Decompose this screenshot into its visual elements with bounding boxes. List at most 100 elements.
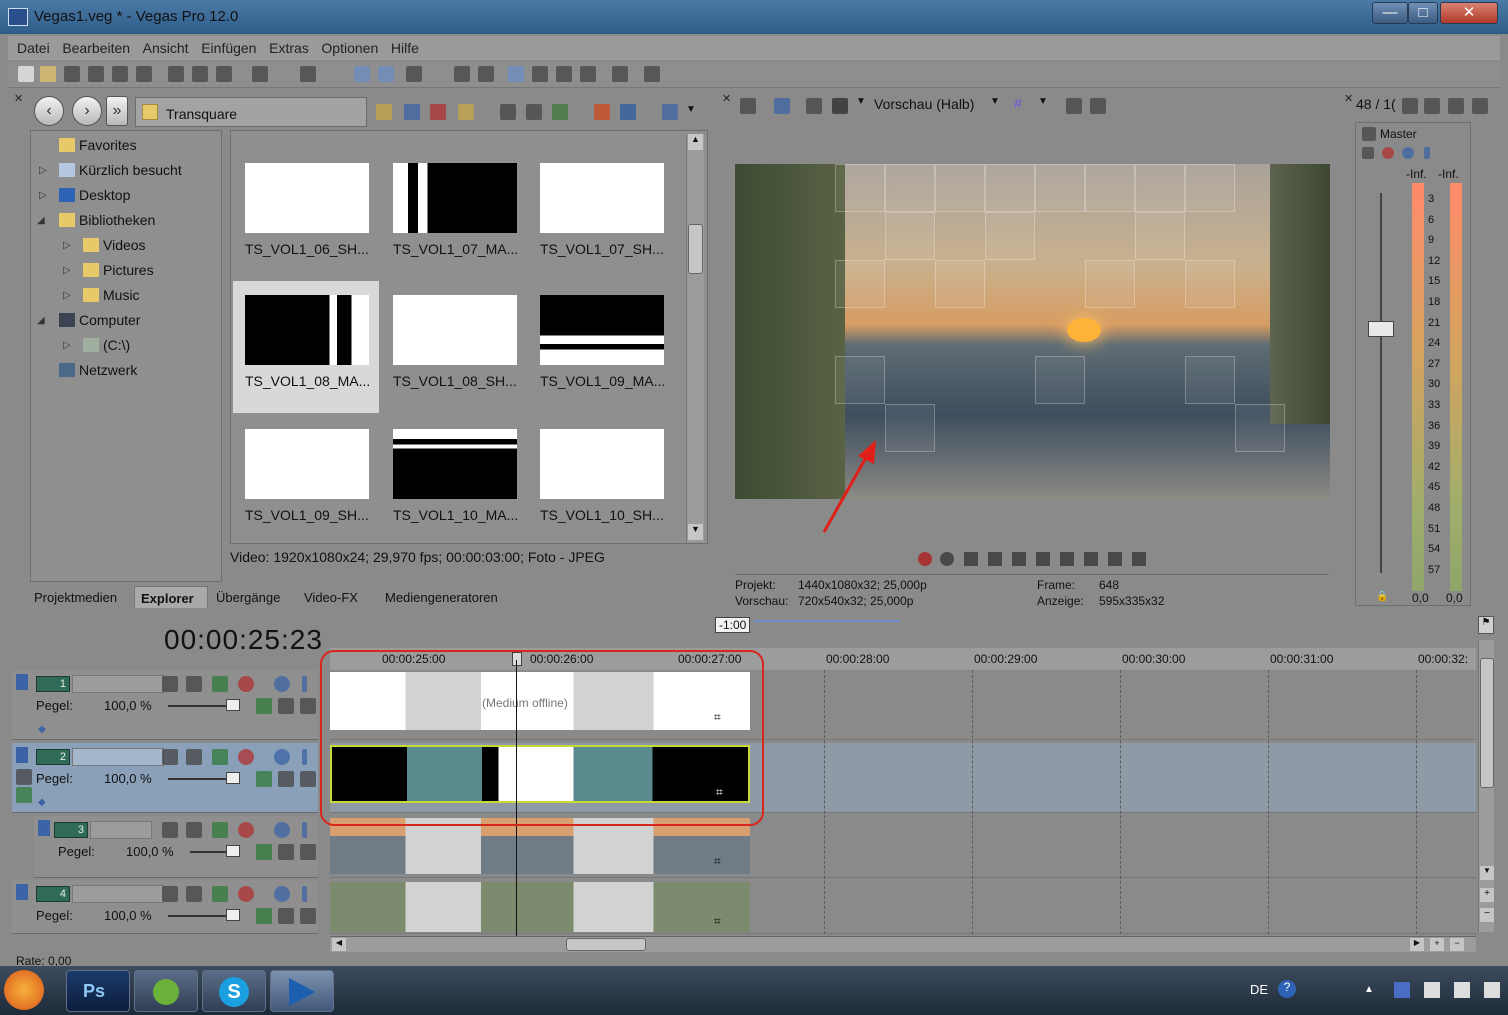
maximize-button[interactable]: □	[1408, 2, 1438, 24]
stop-icon[interactable]	[1036, 552, 1050, 566]
track-minimize-icon[interactable]	[16, 674, 28, 690]
menu-bearbeiten[interactable]: Bearbeiten	[62, 40, 130, 56]
timeline-horizontal-scrollbar[interactable]: ◀ ▶ + −	[330, 936, 1476, 952]
compositing-mode-icon[interactable]	[162, 886, 178, 902]
master-fx-gear-icon[interactable]	[1382, 147, 1394, 159]
thumbnail-scrollbar[interactable]: ▲ ▼	[686, 134, 704, 542]
mute-icon[interactable]	[274, 886, 290, 902]
solo-icon[interactable]	[302, 886, 307, 902]
undo-icon[interactable]	[252, 66, 268, 82]
track-fx-icon[interactable]	[238, 749, 254, 765]
quality-dropdown-icon[interactable]: ▼	[990, 96, 1000, 107]
thumbnail-item[interactable]: TS_VOL1_10_SH...	[528, 415, 668, 535]
compositing-mode-icon[interactable]	[162, 749, 178, 765]
make-compositing-child-icon[interactable]	[186, 749, 202, 765]
tray-volume-icon[interactable]	[1484, 982, 1500, 998]
save-snapshot-icon[interactable]	[1090, 98, 1106, 114]
track-name-field[interactable]	[72, 675, 164, 693]
tab-explorer[interactable]: Explorer	[134, 586, 208, 608]
thumbnail-item[interactable]: TS_VOL1_06_SH...	[233, 149, 373, 269]
event-pan-crop-icon[interactable]: ⌗	[714, 914, 721, 929]
composite-parent-up-icon[interactable]	[278, 771, 294, 787]
thumbnail-item[interactable]: TS_VOL1_08_SH...	[381, 281, 521, 401]
solo-icon[interactable]	[1424, 147, 1430, 159]
tab-video-fx[interactable]: Video-FX	[304, 586, 376, 608]
composite-mask-icon[interactable]	[256, 698, 272, 714]
play-from-start-icon[interactable]	[964, 552, 978, 566]
thumbnail-item[interactable]: TS_VOL1_10_MA...	[381, 415, 521, 535]
composite-child-down-icon[interactable]	[300, 908, 316, 924]
composite-parent-up-icon[interactable]	[278, 844, 294, 860]
properties-icon[interactable]	[136, 66, 152, 82]
marker-flag-icon[interactable]: ⚑	[1478, 616, 1494, 634]
menu-einfuegen[interactable]: Einfügen	[201, 40, 256, 56]
vegas-taskbar-icon[interactable]	[270, 970, 334, 1012]
refresh-icon[interactable]	[404, 104, 420, 120]
cut-icon[interactable]	[168, 66, 184, 82]
tree-item-recent[interactable]: Kürzlich besucht	[59, 162, 182, 178]
save-icon[interactable]	[64, 66, 80, 82]
menu-extras[interactable]: Extras	[269, 40, 309, 56]
mixer-properties-icon[interactable]	[1402, 98, 1418, 114]
scroll-thumb[interactable]	[1480, 658, 1494, 788]
properties-icon[interactable]	[740, 98, 756, 114]
composite-mask-icon[interactable]	[256, 771, 272, 787]
messenger-taskbar-icon[interactable]	[134, 970, 198, 1012]
zoom-out-icon[interactable]: −	[1480, 908, 1494, 922]
menu-hilfe[interactable]: Hilfe	[391, 40, 419, 56]
overlay-dropdown-icon[interactable]: ▼	[1038, 96, 1048, 107]
open-folder-icon[interactable]	[40, 66, 56, 82]
track-minimize-icon[interactable]	[38, 820, 50, 836]
external-monitor-icon[interactable]	[774, 98, 790, 114]
track-header-3[interactable]: 3 Pegel: 100,0 %	[34, 816, 318, 878]
composite-mask-icon[interactable]	[256, 844, 272, 860]
mixer-menu-icon[interactable]	[1472, 98, 1488, 114]
make-compositing-child-icon[interactable]	[186, 822, 202, 838]
expand-arrow-icon[interactable]: ▷	[63, 240, 71, 251]
loop-region-bar[interactable]	[754, 620, 900, 622]
track-fx-icon[interactable]	[238, 676, 254, 692]
minimize-button[interactable]: —	[1372, 2, 1408, 24]
menu-ansicht[interactable]: Ansicht	[143, 40, 189, 56]
tab-uebergaenge[interactable]: Übergänge	[216, 586, 300, 608]
tray-usb-icon[interactable]	[1424, 982, 1440, 998]
collapse-arrow-icon[interactable]: ◢	[37, 215, 45, 226]
event-pan-crop-icon[interactable]: ⌗	[714, 854, 721, 869]
track-motion-icon[interactable]	[212, 749, 228, 765]
tree-item-computer[interactable]: Computer	[59, 312, 140, 328]
mute-icon[interactable]	[274, 822, 290, 838]
composite-child-down-icon[interactable]	[300, 844, 316, 860]
new-file-icon[interactable]	[18, 66, 34, 82]
zoom-out-icon[interactable]: −	[1450, 938, 1464, 951]
zoom-in-icon[interactable]: +	[1480, 888, 1494, 902]
master-fader-knob[interactable]	[1368, 321, 1394, 337]
scroll-thumb[interactable]	[566, 938, 646, 951]
scroll-left-icon[interactable]: ◀	[332, 938, 346, 951]
menu-datei[interactable]: Datei	[17, 40, 50, 56]
tab-projektmedien[interactable]: Projektmedien	[34, 586, 134, 608]
new-folder-icon[interactable]	[458, 104, 474, 120]
tray-sync-icon[interactable]	[1394, 982, 1410, 998]
forward-button[interactable]: ›	[72, 96, 102, 126]
save-as-icon[interactable]	[88, 66, 104, 82]
selection-tool-icon[interactable]	[406, 66, 422, 82]
thumbnail-item[interactable]: TS_VOL1_07_MA...	[381, 149, 521, 269]
tree-item-network[interactable]: Netzwerk	[59, 362, 137, 378]
views-dropdown-icon[interactable]: ▼	[686, 104, 696, 115]
mute-icon[interactable]	[274, 676, 290, 692]
firefox-icon[interactable]	[4, 970, 44, 1010]
tree-item-music[interactable]: Music	[83, 287, 140, 303]
solo-icon[interactable]	[302, 749, 307, 765]
thumbnail-item[interactable]: TS_VOL1_07_SH...	[528, 149, 668, 269]
scroll-down-icon[interactable]: ▼	[688, 524, 703, 540]
loop-region-marker[interactable]: -1:00	[715, 617, 751, 633]
language-indicator[interactable]: DE	[1250, 982, 1268, 997]
back-button[interactable]: ‹	[34, 96, 64, 126]
track-name-field[interactable]	[72, 885, 164, 903]
close-button[interactable]: ✕	[1440, 2, 1498, 24]
parent-motion-icon[interactable]	[16, 769, 32, 785]
track-motion-icon[interactable]	[212, 822, 228, 838]
track-header-1[interactable]: 1 Pegel: 100,0 % ◆	[12, 670, 318, 740]
track-motion-icon[interactable]	[212, 676, 228, 692]
record-icon[interactable]	[918, 552, 932, 566]
